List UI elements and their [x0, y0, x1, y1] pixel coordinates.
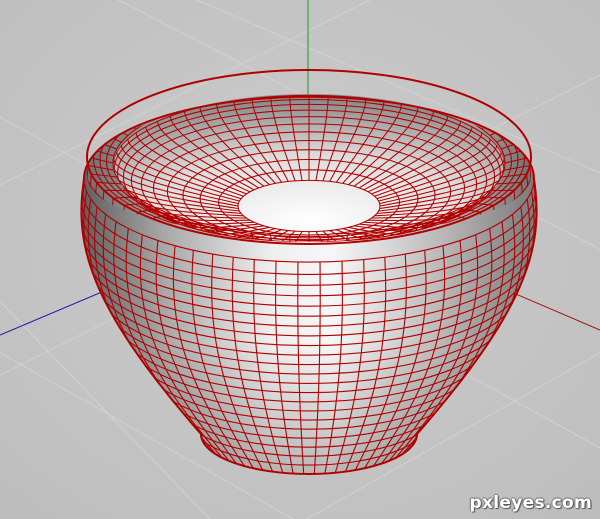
viewport-canvas[interactable] [0, 0, 600, 519]
3d-viewport[interactable]: pxleyes.com [0, 0, 600, 519]
watermark-text: pxleyes.com [469, 493, 592, 513]
